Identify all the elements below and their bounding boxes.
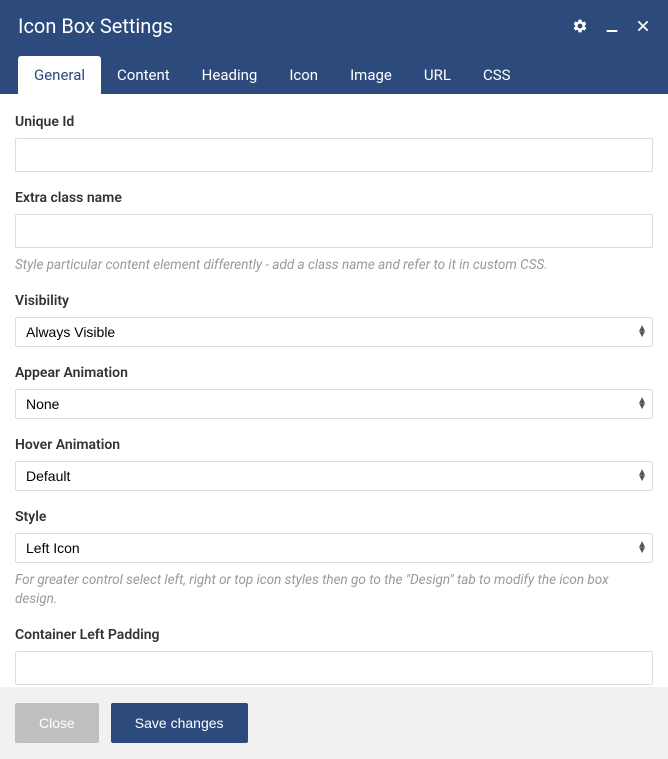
select-appear-animation[interactable]: None: [15, 389, 653, 419]
field-hover-animation: Hover Animation Default ▲▼: [15, 437, 653, 491]
label-visibility: Visibility: [15, 293, 653, 309]
field-visibility: Visibility Always Visible ▲▼: [15, 293, 653, 347]
field-style: Style Left Icon ▲▼ For greater control s…: [15, 509, 653, 609]
label-extra-class: Extra class name: [15, 190, 653, 206]
field-appear-animation: Appear Animation None ▲▼: [15, 365, 653, 419]
select-hover-animation[interactable]: Default: [15, 461, 653, 491]
field-container-left-padding: Container Left Padding: [15, 627, 653, 685]
field-extra-class: Extra class name Style particular conten…: [15, 190, 653, 275]
tab-image[interactable]: Image: [334, 56, 408, 94]
input-extra-class[interactable]: [15, 214, 653, 248]
label-appear-animation: Appear Animation: [15, 365, 653, 381]
tab-css[interactable]: CSS: [467, 56, 527, 94]
dialog-footer: Close Save changes: [0, 687, 668, 759]
input-unique-id[interactable]: [15, 138, 653, 172]
tab-general[interactable]: General: [18, 56, 101, 94]
input-container-left-padding[interactable]: [15, 651, 653, 685]
help-extra-class: Style particular content element differe…: [15, 256, 653, 275]
tab-heading[interactable]: Heading: [186, 56, 274, 94]
select-style[interactable]: Left Icon: [15, 533, 653, 563]
label-style: Style: [15, 509, 653, 525]
minimize-icon[interactable]: [604, 18, 620, 34]
field-unique-id: Unique Id: [15, 114, 653, 172]
tab-icon[interactable]: Icon: [273, 56, 334, 94]
dialog-body: Unique Id Extra class name Style particu…: [0, 94, 668, 687]
label-unique-id: Unique Id: [15, 114, 653, 130]
help-style: For greater control select left, right o…: [15, 571, 653, 609]
tab-url[interactable]: URL: [408, 56, 467, 94]
close-icon[interactable]: [636, 19, 650, 33]
header-top: Icon Box Settings: [18, 14, 650, 56]
label-hover-animation: Hover Animation: [15, 437, 653, 453]
tab-bar: General Content Heading Icon Image URL C…: [18, 56, 650, 94]
save-button[interactable]: Save changes: [111, 703, 248, 743]
close-button[interactable]: Close: [15, 703, 99, 743]
select-visibility[interactable]: Always Visible: [15, 317, 653, 347]
tab-content[interactable]: Content: [101, 56, 186, 94]
label-container-left-padding: Container Left Padding: [15, 627, 653, 643]
dialog-title: Icon Box Settings: [18, 14, 173, 38]
header-controls: [572, 18, 650, 34]
dialog-header: Icon Box Settings General Content Headin…: [0, 0, 668, 94]
gear-icon[interactable]: [572, 18, 588, 34]
